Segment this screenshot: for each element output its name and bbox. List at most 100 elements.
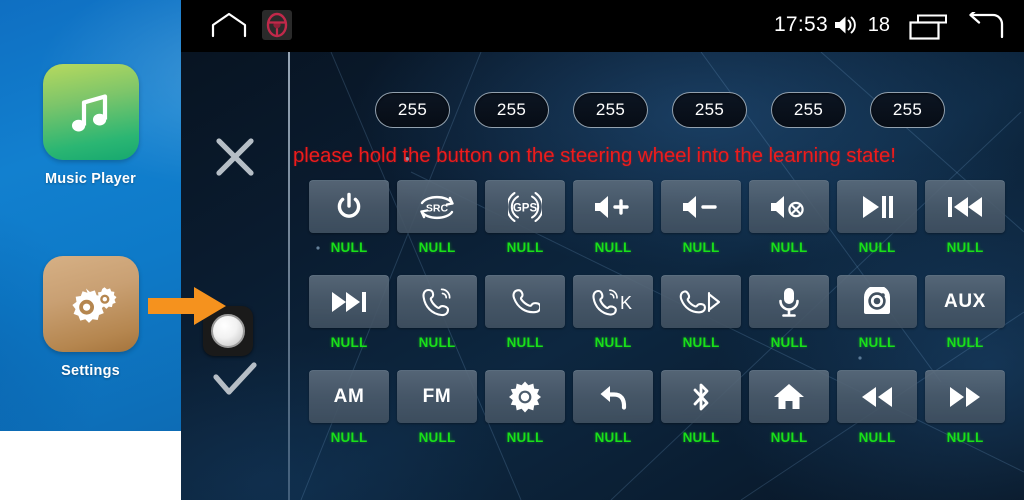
- src-icon[interactable]: SRC: [397, 180, 477, 233]
- fn-cell-power[interactable]: NULL: [309, 180, 389, 255]
- fn-label: NULL: [418, 430, 456, 445]
- value-pill[interactable]: 255: [375, 92, 450, 128]
- fn-cell-play-pause[interactable]: NULL: [837, 180, 917, 255]
- aux-label: AUX: [944, 291, 986, 312]
- app-tile-settings[interactable]: Settings: [0, 256, 181, 379]
- call-hangup-k-icon[interactable]: [661, 275, 741, 328]
- grid-row: NULL NULL NULL K NULL NULL NULL NULL AUX…: [309, 275, 1015, 370]
- fn-label: NULL: [770, 335, 808, 350]
- fn-cell-src[interactable]: SRC NULL: [397, 180, 477, 255]
- grid-row: NULL SRC NULL GPS NULL NULL NULL NULL NU…: [309, 180, 1015, 275]
- fn-cell-call-hangup-k[interactable]: NULL: [661, 275, 741, 350]
- fn-label: NULL: [330, 335, 368, 350]
- volume-down-icon[interactable]: [661, 180, 741, 233]
- fn-label: NULL: [594, 335, 632, 350]
- brightness-icon[interactable]: [485, 370, 565, 423]
- bluetooth-icon[interactable]: [661, 370, 741, 423]
- value-pill[interactable]: 255: [474, 92, 549, 128]
- fn-cell-gps[interactable]: GPS NULL: [485, 180, 565, 255]
- fn-cell-next-track[interactable]: NULL: [309, 275, 389, 350]
- knob-circle: [211, 314, 245, 348]
- value-pill-row: 255 255 255 255 255 255: [181, 92, 1024, 130]
- fn-cell-camera[interactable]: NULL: [837, 275, 917, 350]
- volume-mute-icon[interactable]: [749, 180, 829, 233]
- fn-cell-return[interactable]: NULL: [573, 370, 653, 445]
- fast-forward-icon[interactable]: [925, 370, 1005, 423]
- fn-cell-call-hangup[interactable]: NULL: [485, 275, 565, 350]
- fn-label: NULL: [858, 240, 896, 255]
- home-outline-icon[interactable]: [211, 12, 247, 38]
- fn-label: NULL: [418, 335, 456, 350]
- fn-cell-volume-down[interactable]: NULL: [661, 180, 741, 255]
- steering-knob-icon[interactable]: [203, 306, 253, 356]
- fn-cell-brightness[interactable]: NULL: [485, 370, 565, 445]
- call-answer-icon[interactable]: [397, 275, 477, 328]
- play-pause-icon[interactable]: [837, 180, 917, 233]
- call-answer-k-icon[interactable]: K: [573, 275, 653, 328]
- power-icon[interactable]: [309, 180, 389, 233]
- value-pill[interactable]: 255: [870, 92, 945, 128]
- fn-cell-call-answer[interactable]: NULL: [397, 275, 477, 350]
- fn-label: NULL: [682, 430, 720, 445]
- fn-label: NULL: [770, 240, 808, 255]
- fm-label: FM: [422, 386, 452, 407]
- svg-text:SRC: SRC: [426, 203, 449, 215]
- return-arrow-icon[interactable]: [573, 370, 653, 423]
- gps-icon[interactable]: GPS: [485, 180, 565, 233]
- aux-icon[interactable]: AUX: [925, 275, 1005, 328]
- svg-text:GPS: GPS: [513, 203, 538, 215]
- fn-cell-home[interactable]: NULL: [749, 370, 829, 445]
- fn-label: NULL: [506, 430, 544, 445]
- previous-track-icon[interactable]: [925, 180, 1005, 233]
- call-hangup-icon[interactable]: [485, 275, 565, 328]
- fn-label: NULL: [594, 240, 632, 255]
- app-label: Music Player: [44, 171, 137, 187]
- microphone-icon[interactable]: [749, 275, 829, 328]
- fn-cell-volume-up[interactable]: NULL: [573, 180, 653, 255]
- close-x-icon[interactable]: [181, 136, 288, 178]
- head-unit-screen: 17:53 18 255 255 255 255 255 255 please …: [181, 0, 1024, 500]
- check-icon[interactable]: [181, 360, 288, 400]
- value-pill[interactable]: 255: [573, 92, 648, 128]
- fn-cell-fm[interactable]: FM NULL: [397, 370, 477, 445]
- fn-cell-aux[interactable]: AUX NULL: [925, 275, 1005, 350]
- status-bar: 17:53 18: [181, 0, 1024, 52]
- music-note-icon: [42, 64, 139, 160]
- fn-cell-fast-forward[interactable]: NULL: [925, 370, 1005, 445]
- volume-value: 18: [867, 14, 890, 36]
- fn-cell-bluetooth[interactable]: NULL: [661, 370, 741, 445]
- fn-cell-microphone[interactable]: NULL: [749, 275, 829, 350]
- value-pill[interactable]: 255: [771, 92, 846, 128]
- fn-label: NULL: [330, 240, 368, 255]
- fn-label: NULL: [946, 430, 984, 445]
- am-icon[interactable]: AM: [309, 370, 389, 423]
- fn-cell-call-answer-k[interactable]: K NULL: [573, 275, 653, 350]
- fn-cell-mute[interactable]: NULL: [749, 180, 829, 255]
- fn-label: NULL: [946, 240, 984, 255]
- home-icon[interactable]: [749, 370, 829, 423]
- camera-icon[interactable]: [837, 275, 917, 328]
- grid-row: AM NULL FM NULL NULL NULL NULL NULL NULL…: [309, 370, 1015, 465]
- fn-cell-previous-track[interactable]: NULL: [925, 180, 1005, 255]
- fm-icon[interactable]: FM: [397, 370, 477, 423]
- fn-label: NULL: [770, 430, 808, 445]
- fn-label: NULL: [946, 335, 984, 350]
- recent-apps-icon[interactable]: [909, 14, 947, 40]
- volume-up-icon[interactable]: [573, 180, 653, 233]
- fn-label: NULL: [682, 335, 720, 350]
- svg-text:K: K: [620, 293, 632, 313]
- am-label: AM: [333, 386, 365, 407]
- fn-cell-am[interactable]: AM NULL: [309, 370, 389, 445]
- fn-label: NULL: [594, 430, 632, 445]
- fn-label: NULL: [330, 430, 368, 445]
- fn-label: NULL: [506, 335, 544, 350]
- fn-cell-rewind[interactable]: NULL: [837, 370, 917, 445]
- back-arrow-icon[interactable]: [966, 12, 1006, 40]
- app-label: Settings: [61, 363, 120, 379]
- next-track-icon[interactable]: [309, 275, 389, 328]
- rewind-icon[interactable]: [837, 370, 917, 423]
- status-time: 17:53: [773, 13, 828, 36]
- value-pill[interactable]: 255: [672, 92, 747, 128]
- steering-wheel-icon[interactable]: [262, 10, 292, 40]
- app-tile-music-player[interactable]: Music Player: [0, 64, 181, 187]
